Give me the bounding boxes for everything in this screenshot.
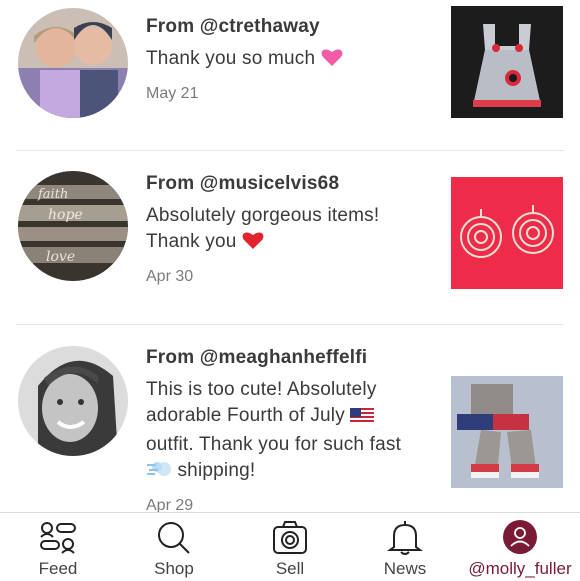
message: Absolutely gorgeous items! Thank you [146,203,436,258]
bell-icon [386,519,424,562]
listing-thumbnail[interactable] [451,177,563,289]
list-item[interactable]: From @ctrethaway Thank you so much May 2… [0,0,580,150]
tab-feed[interactable]: Feed [8,513,108,581]
svg-text:hope: hope [48,207,83,223]
us-flag-icon [350,406,375,432]
tab-label: Feed [38,559,78,578]
sender[interactable]: From @musicelvis68 [146,173,436,195]
avatar[interactable]: faith hope love [18,171,128,281]
feed-icon [38,519,78,562]
list-item[interactable]: From @meaghanheffelfi This is too cute! … [0,325,580,512]
list-item[interactable]: faith hope love From @musicelvis68 Absol… [0,151,580,324]
feed-list: From @ctrethaway Thank you so much May 2… [0,0,580,512]
tab-news[interactable]: News [355,513,455,581]
pink-heart-icon [321,47,343,75]
camera-icon [271,519,309,562]
tab-bar: Feed Shop Sell News @molly_fuller [0,512,580,581]
tab-label: Sell [275,559,305,578]
tab-label: Shop [154,559,194,578]
tab-profile[interactable]: @molly_fuller [462,513,578,581]
dash-icon [146,459,172,487]
tab-label: News [383,559,427,578]
red-heart-icon [242,230,264,258]
sender[interactable]: From @ctrethaway [146,16,436,38]
tab-shop[interactable]: Shop [124,513,224,581]
search-icon [155,519,193,562]
listing-thumbnail[interactable] [451,6,563,118]
date: May 21 [146,85,199,102]
svg-text:faith: faith [37,187,68,202]
tab-sell[interactable]: Sell [240,513,340,581]
date: Apr 29 [146,497,194,512]
svg-text:love: love [46,249,75,265]
listing-thumbnail[interactable] [451,376,563,488]
avatar[interactable] [18,8,128,118]
tab-label: @molly_fuller [468,559,572,578]
message: This is too cute! Absolutely adorable Fo… [146,377,446,487]
message: Thank you so much [146,46,436,75]
profile-icon [502,519,538,560]
sender[interactable]: From @meaghanheffelfi [146,347,446,369]
date: Apr 30 [146,268,194,285]
avatar[interactable] [18,346,128,456]
